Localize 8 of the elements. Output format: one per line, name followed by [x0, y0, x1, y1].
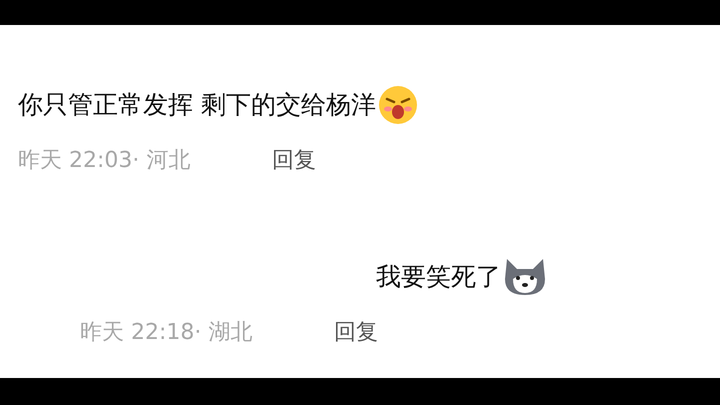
reply-link[interactable]: 回复	[334, 316, 378, 348]
comment-time-location: 昨天 22:18· 湖北	[80, 318, 254, 346]
shouting-face-icon	[378, 85, 418, 125]
reply-link[interactable]: 回复	[272, 144, 316, 176]
comment-text: 你只管正常发挥 剩下的交给杨洋	[18, 89, 376, 122]
husky-icon	[503, 257, 547, 297]
comment-text: 我要笑死了	[376, 261, 501, 294]
comment-time-location: 昨天 22:03· 河北	[18, 146, 192, 174]
